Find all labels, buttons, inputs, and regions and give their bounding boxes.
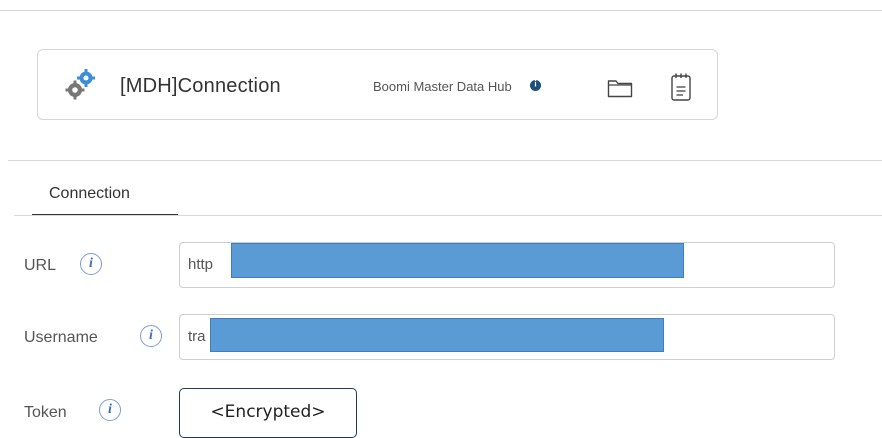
tab-bar-divider [14, 215, 882, 216]
username-info-icon[interactable]: i [140, 325, 162, 347]
tab-connection[interactable]: Connection [32, 181, 178, 216]
url-redaction [231, 243, 684, 278]
token-label: Token [24, 404, 67, 421]
username-redaction [210, 318, 664, 352]
url-label: URL [24, 257, 57, 274]
username-label: Username [24, 329, 98, 346]
url-value: http [188, 256, 214, 273]
section-divider [8, 160, 882, 161]
component-title: [MDH]Connection [120, 75, 281, 97]
notes-icon[interactable] [668, 72, 694, 102]
connector-type-label: Boomi Master Data Hub [373, 79, 512, 94]
tab-connection-label: Connection [49, 185, 130, 202]
top-divider [0, 10, 882, 11]
token-encrypted-button[interactable]: <Encrypted> [179, 388, 357, 438]
component-header-card: [MDH]Connection Boomi Master Data Hub [37, 49, 718, 120]
connector-info-icon[interactable] [530, 80, 541, 91]
url-info-icon[interactable]: i [80, 253, 102, 275]
gears-icon [65, 69, 95, 100]
token-info-icon[interactable]: i [99, 399, 121, 421]
username-value: tra [188, 328, 206, 345]
folder-icon[interactable] [607, 78, 633, 98]
